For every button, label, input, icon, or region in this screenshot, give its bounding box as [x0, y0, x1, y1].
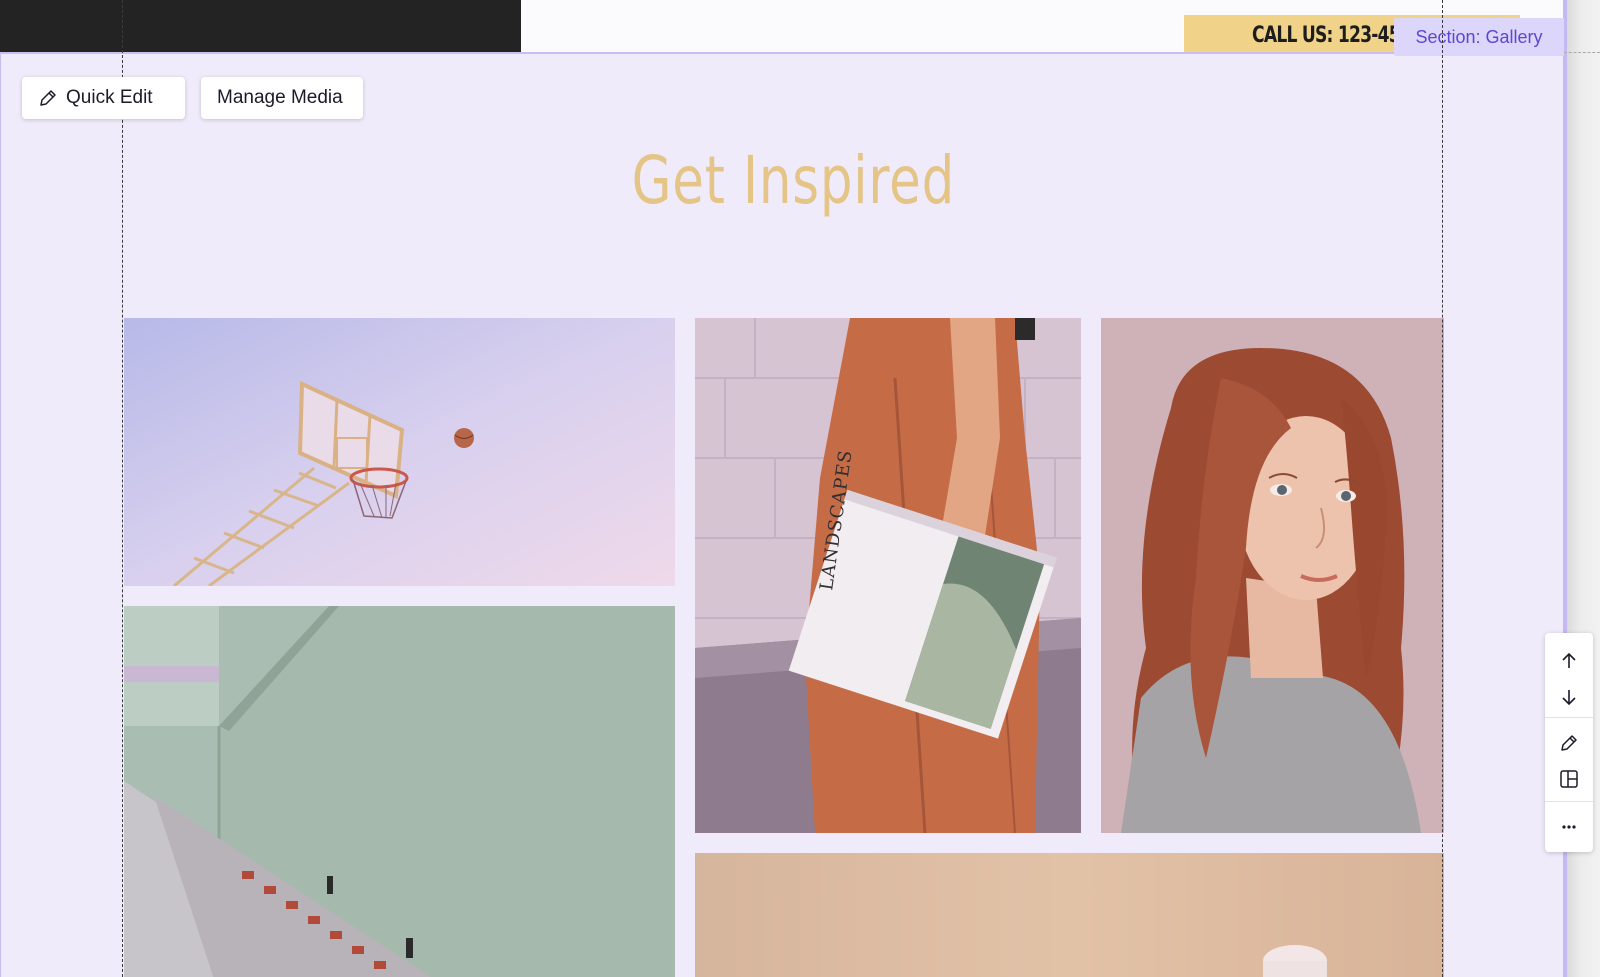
manage-media-label: Manage Media	[217, 87, 343, 108]
basketball-hoop-image[interactable]	[124, 318, 675, 586]
red-haired-woman-portrait-image[interactable]	[1101, 318, 1444, 833]
section-title-text: Get Inspired	[631, 142, 955, 219]
section-toolbar	[1545, 633, 1593, 852]
stairs-wall-image[interactable]	[124, 606, 675, 977]
layout-icon	[1560, 770, 1578, 788]
header-dark-bar	[0, 0, 521, 52]
more-actions-button[interactable]	[1545, 809, 1593, 845]
section-boundary-line	[1564, 52, 1600, 53]
quick-edit-label: Quick Edit	[66, 87, 153, 108]
editor-canvas: CALL US: 123-45( Get Inspired LANDSCAPES…	[0, 0, 1600, 977]
manage-media-button[interactable]: Manage Media	[201, 77, 363, 119]
pencil-icon	[38, 88, 58, 108]
move-down-button[interactable]	[1545, 679, 1593, 715]
toolbar-divider	[1545, 801, 1593, 802]
quick-edit-button[interactable]: Quick Edit	[22, 77, 185, 119]
arrow-down-icon	[1562, 690, 1576, 706]
left-gridline	[122, 0, 123, 977]
right-gridline	[1442, 0, 1443, 977]
woman-holding-book-image[interactable]: LANDSCAPES	[695, 318, 1081, 833]
toolbar-divider	[1545, 717, 1593, 718]
edit-section-button[interactable]	[1545, 725, 1593, 761]
call-us-text: CALL US: 123-45(	[1252, 23, 1408, 48]
layout-button[interactable]	[1545, 761, 1593, 797]
pencil-icon	[1561, 735, 1577, 751]
section-title[interactable]: Get Inspired	[1, 142, 1565, 219]
more-icon	[1562, 825, 1576, 829]
move-up-button[interactable]	[1545, 643, 1593, 679]
peach-product-image[interactable]	[695, 853, 1444, 977]
section-name-tag[interactable]: Section: Gallery	[1394, 18, 1564, 56]
arrow-up-icon	[1562, 652, 1576, 668]
gallery-section[interactable]: Get Inspired LANDSCAPES	[0, 52, 1564, 977]
